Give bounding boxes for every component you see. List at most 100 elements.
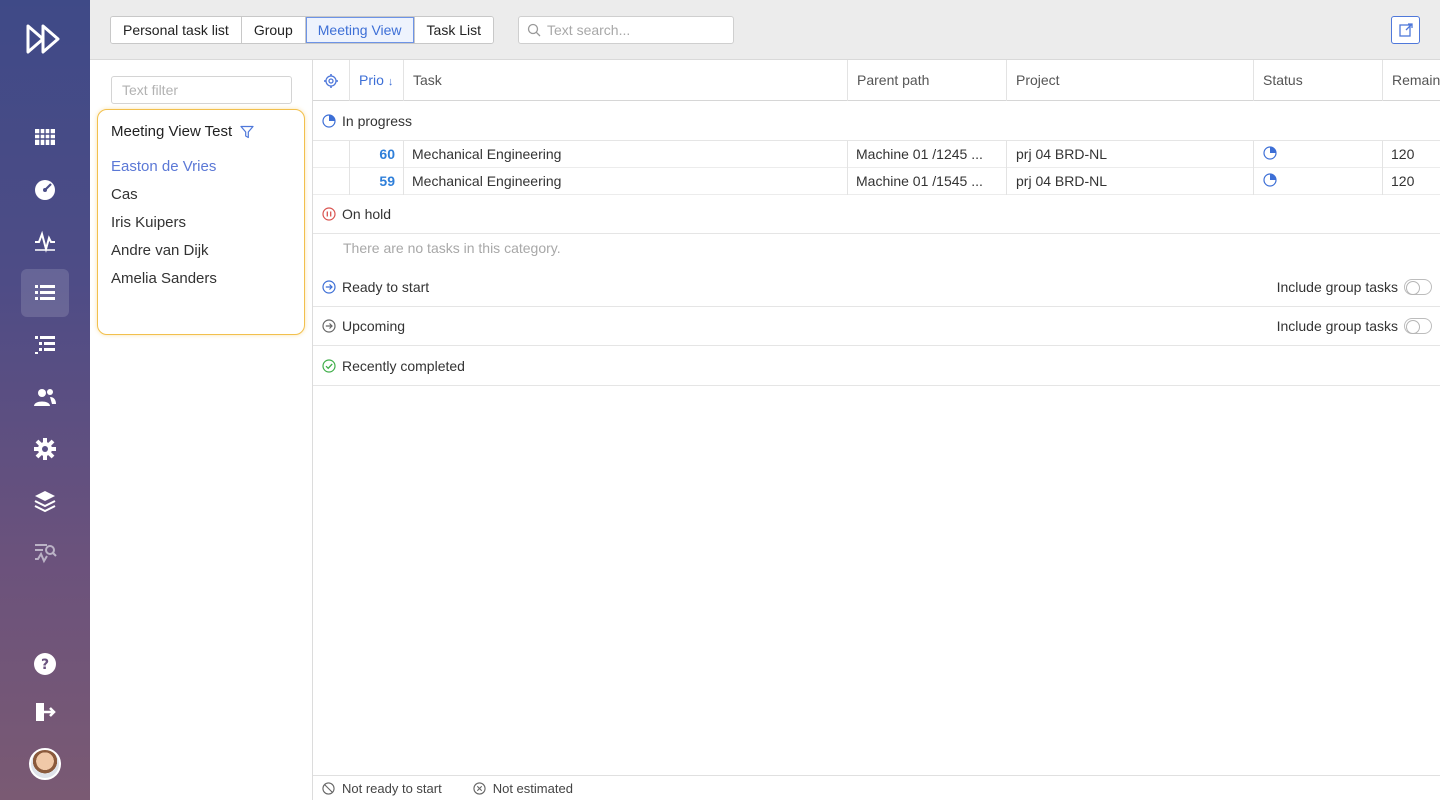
- nav-users[interactable]: [21, 373, 69, 421]
- not-estimated-icon: [473, 781, 486, 795]
- project-cell: prj 04 BRD-NL: [1006, 141, 1253, 168]
- column-header-project[interactable]: Project: [1006, 60, 1253, 101]
- nav-help[interactable]: ?: [21, 640, 69, 688]
- filter-panel: Meeting View Test Easton de Vries Cas Ir…: [90, 60, 313, 800]
- include-group-tasks-control: Include group tasks: [1276, 278, 1432, 295]
- section-on-hold[interactable]: On hold: [313, 195, 1440, 234]
- settings-icon: [324, 73, 338, 88]
- nav-planning[interactable]: [21, 113, 69, 161]
- calendar-grid-icon: [35, 129, 55, 145]
- dashboard-gauge-icon: [35, 180, 55, 200]
- pie-progress-icon: [1263, 146, 1277, 160]
- column-settings-button[interactable]: [313, 60, 349, 101]
- column-header-remaining[interactable]: Remain: [1382, 60, 1440, 101]
- not-ready-icon: [322, 781, 335, 795]
- analytics-icon: [35, 544, 57, 564]
- meeting-group-card: Meeting View Test Easton de Vries Cas Ir…: [97, 109, 305, 335]
- member-item[interactable]: Easton de Vries: [111, 158, 216, 175]
- nav-hierarchy[interactable]: [21, 321, 69, 369]
- nav-rail: ?: [0, 0, 90, 800]
- remaining-cell: 120: [1382, 141, 1440, 168]
- section-upcoming[interactable]: Upcoming Include group tasks: [313, 307, 1440, 346]
- tab-group[interactable]: Group: [241, 17, 306, 43]
- legend-not-estimated-label: Not estimated: [492, 780, 573, 796]
- nav-task-list[interactable]: [21, 269, 69, 317]
- text-filter-input[interactable]: [111, 76, 292, 104]
- member-item[interactable]: Iris Kuipers: [111, 214, 186, 231]
- task-table: Prio ↓ Task Parent path Project Status Re…: [313, 60, 1440, 800]
- section-recently-completed[interactable]: Recently completed: [313, 346, 1440, 386]
- search-input[interactable]: [547, 22, 727, 38]
- pie-progress-icon: [322, 113, 336, 128]
- legend-not-ready-label: Not ready to start: [342, 780, 442, 796]
- tree-list-icon: [35, 336, 55, 354]
- member-item[interactable]: Cas: [111, 186, 138, 203]
- include-group-tasks-control: Include group tasks: [1277, 318, 1432, 334]
- pause-icon: [322, 207, 336, 221]
- parent-path-cell: Machine 01 /1545 ...: [847, 168, 1006, 195]
- help-icon: ?: [34, 653, 56, 675]
- task-cell: Mechanical Engineering: [403, 168, 847, 195]
- arrow-right-icon: [322, 319, 336, 333]
- group-title: Meeting View Test: [111, 123, 233, 140]
- include-group-tasks-label: Include group tasks: [1276, 278, 1398, 295]
- include-group-tasks-toggle[interactable]: [1404, 278, 1432, 295]
- logo-icon[interactable]: [26, 22, 64, 56]
- column-header-task[interactable]: Task: [403, 60, 847, 101]
- list-icon: [35, 285, 55, 300]
- member-item[interactable]: Andre van Dijk: [111, 242, 209, 259]
- nav-activity[interactable]: [21, 217, 69, 265]
- svg-text:?: ?: [41, 657, 49, 673]
- include-group-tasks-label: Include group tasks: [1276, 318, 1398, 334]
- search-icon: [527, 23, 541, 37]
- table-row[interactable]: 60 Mechanical Engineering Machine 01 /12…: [313, 141, 1440, 168]
- section-label: Recently completed: [342, 357, 465, 374]
- arrow-right-icon: [322, 279, 336, 294]
- column-header-prio[interactable]: Prio ↓: [349, 60, 403, 101]
- status-cell: [1253, 141, 1382, 168]
- avatar[interactable]: [29, 748, 61, 780]
- search-box: [518, 16, 734, 44]
- task-cell: Mechanical Engineering: [403, 141, 847, 168]
- status-cell: [1253, 168, 1382, 195]
- section-label: On hold: [342, 206, 392, 222]
- nav-logout[interactable]: [21, 688, 69, 736]
- status-legend: Not ready to start Not estimated: [313, 775, 1440, 800]
- prio-cell: 60: [349, 141, 403, 168]
- prio-cell: 59: [349, 168, 403, 195]
- gear-icon: [34, 438, 56, 460]
- logout-icon: [36, 703, 56, 721]
- nav-settings[interactable]: [21, 425, 69, 473]
- legend-not-estimated: Not estimated: [473, 781, 573, 796]
- project-cell: prj 04 BRD-NL: [1006, 168, 1253, 195]
- tab-meeting-view[interactable]: Meeting View: [305, 17, 415, 43]
- remaining-cell: 120: [1382, 168, 1440, 195]
- nav-analytics[interactable]: [21, 529, 69, 577]
- parent-path-cell: Machine 01 /1245 ...: [847, 141, 1006, 168]
- top-bar: Personal task list Group Meeting View Ta…: [90, 0, 1440, 60]
- export-button[interactable]: [1391, 16, 1420, 44]
- section-label: Upcoming: [342, 318, 406, 334]
- view-tabs: Personal task list Group Meeting View Ta…: [110, 16, 495, 44]
- column-header-status[interactable]: Status: [1253, 60, 1382, 101]
- nav-layers[interactable]: [21, 477, 69, 525]
- users-icon: [34, 389, 56, 406]
- nav-dashboard[interactable]: [21, 165, 69, 213]
- table-header: Prio ↓ Task Parent path Project Status Re…: [313, 60, 1440, 101]
- group-title-row: Meeting View Test: [111, 123, 254, 140]
- column-header-parent-path[interactable]: Parent path: [847, 60, 1006, 101]
- table-row[interactable]: 59 Mechanical Engineering Machine 01 /15…: [313, 168, 1440, 195]
- filter-icon[interactable]: [240, 125, 254, 139]
- section-label: In progress: [342, 112, 413, 129]
- tab-personal-task-list[interactable]: Personal task list: [111, 17, 242, 43]
- export-icon: [1398, 23, 1413, 37]
- check-icon: [322, 358, 336, 373]
- tab-task-list[interactable]: Task List: [414, 17, 494, 43]
- section-in-progress[interactable]: In progress: [313, 101, 1440, 141]
- pie-progress-icon: [1263, 173, 1277, 187]
- column-prio-label: Prio: [359, 72, 384, 88]
- include-group-tasks-toggle[interactable]: [1404, 318, 1432, 334]
- member-item[interactable]: Amelia Sanders: [111, 270, 217, 287]
- section-ready-to-start[interactable]: Ready to start Include group tasks: [313, 267, 1440, 307]
- activity-icon: [35, 230, 55, 253]
